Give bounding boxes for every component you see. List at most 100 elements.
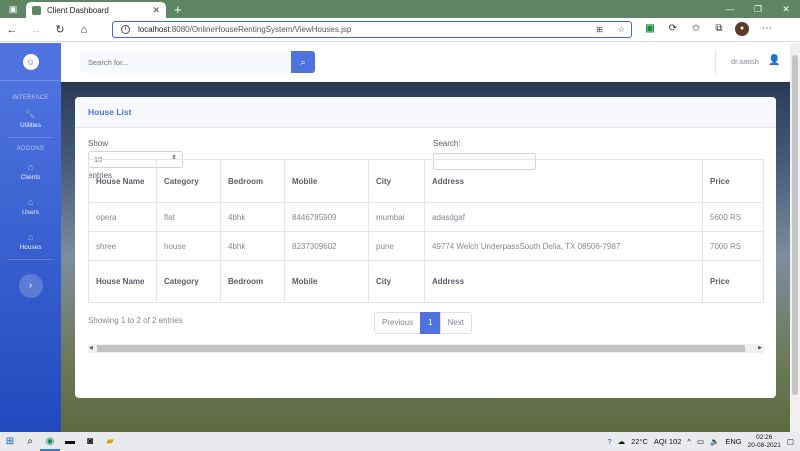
file-explorer-icon[interactable]: ▰ xyxy=(100,432,120,451)
sidebar: ☺ INTERFACE 🔧 Utilities ADDONS ⌂ Clients… xyxy=(0,43,61,432)
house-table: House Name Category Bedroom Mobile City … xyxy=(88,159,764,303)
home-icon: ⌂ xyxy=(27,162,34,172)
back-icon[interactable]: ← xyxy=(0,24,24,36)
cell: 4bhk xyxy=(220,231,285,261)
forward-icon[interactable]: → xyxy=(24,24,48,36)
sidebar-item-users[interactable]: ⌂ Users xyxy=(0,197,61,216)
window-controls: — ❐ ✕ xyxy=(716,0,800,18)
username[interactable]: dr.satish xyxy=(731,57,759,66)
browser-tab[interactable]: Client Dashboard ✕ xyxy=(26,2,166,18)
home-icon: ⌂ xyxy=(27,197,34,207)
cell: 4bhk xyxy=(220,202,285,232)
language[interactable]: ENG xyxy=(725,437,741,446)
reload-icon[interactable]: ↻ xyxy=(48,23,72,36)
sidebar-item-houses[interactable]: ⌂ Houses xyxy=(0,232,61,251)
scroll-left-icon[interactable]: ◀ xyxy=(89,344,93,353)
search-taskbar-icon[interactable]: ⌕ xyxy=(20,432,40,451)
collections-icon[interactable]: ⧉ xyxy=(712,22,726,36)
show-label: Show xyxy=(88,139,109,148)
info-icon[interactable]: i xyxy=(121,25,130,34)
edge-icon[interactable]: ◉ xyxy=(40,432,60,451)
clock[interactable]: 02:26 20-08-2021 xyxy=(748,434,781,450)
weather-temp[interactable]: 22°C xyxy=(631,437,648,446)
sidebar-item-label: Clients xyxy=(20,174,41,181)
content-wrapper: ⌕ dr.satish 👤 House List Show 10 ⇕ entri… xyxy=(61,43,800,432)
sidebar-divider xyxy=(8,137,53,138)
favicon-icon xyxy=(32,5,41,15)
table-horizontal-scrollbar[interactable]: ◀ ▶ xyxy=(88,344,764,353)
url-path: :8080/OnlineHouseRentingSystem/ViewHouse… xyxy=(169,25,352,34)
column-header[interactable]: Price xyxy=(702,159,764,203)
topbar-divider xyxy=(715,50,716,75)
column-header[interactable]: Mobile xyxy=(284,159,369,203)
search-input[interactable] xyxy=(80,51,291,73)
favorites-icon[interactable]: ✩ xyxy=(689,22,703,36)
close-window-icon[interactable]: ✕ xyxy=(772,0,800,18)
column-footer: Price xyxy=(702,260,764,303)
cell: opera xyxy=(88,202,157,232)
column-header[interactable]: City xyxy=(368,159,425,203)
scrollbar-thumb[interactable] xyxy=(97,345,745,352)
tab-title: Client Dashboard xyxy=(47,5,109,15)
sidebar-item-clients[interactable]: ⌂ Clients xyxy=(0,162,61,181)
weather-icon[interactable]: ☁ xyxy=(618,437,626,446)
table-footer-row: House Name Category Bedroom Mobile City … xyxy=(88,260,764,303)
tray-chevron-icon[interactable]: ^ xyxy=(687,437,691,446)
app-icon[interactable]: ◙ xyxy=(80,432,100,451)
column-header[interactable]: Address xyxy=(424,159,703,203)
browser-tab-bar: ▣ Client Dashboard ✕ + — ❐ ✕ xyxy=(0,0,800,18)
topbar-search: ⌕ xyxy=(80,51,315,73)
scroll-right-icon[interactable]: ▶ xyxy=(758,344,762,353)
notifications-icon[interactable]: ▢ xyxy=(787,437,794,446)
tab-actions-icon[interactable]: ▣ xyxy=(0,0,26,18)
windows-start-icon[interactable]: ⊞ xyxy=(0,432,20,451)
page-scrollbar-thumb[interactable] xyxy=(792,55,798,395)
more-menu-icon[interactable]: ⋯ xyxy=(760,22,774,36)
topbar: ⌕ dr.satish 👤 xyxy=(61,43,800,82)
home-nav-icon[interactable]: ⌂ xyxy=(72,24,96,36)
page-1-button[interactable]: 1 xyxy=(420,312,441,334)
card-title: House List xyxy=(75,97,776,128)
terminal-icon[interactable]: ▬ xyxy=(60,432,80,451)
restore-icon[interactable]: ❐ xyxy=(744,0,772,18)
minimize-icon[interactable]: — xyxy=(716,0,744,18)
column-footer: Mobile xyxy=(284,260,369,303)
brand[interactable]: ☺ xyxy=(0,43,61,81)
address-bar[interactable]: i localhost:8080/OnlineHouseRentingSyste… xyxy=(112,21,632,38)
previous-button[interactable]: Previous xyxy=(374,312,422,334)
cell: pune xyxy=(368,231,425,261)
column-header[interactable]: House Name xyxy=(88,159,157,203)
new-tab-button[interactable]: + xyxy=(174,2,182,18)
user-icon[interactable]: 👤 xyxy=(768,55,780,67)
sidebar-item-utilities[interactable]: 🔧 Utilities xyxy=(0,109,61,129)
column-header[interactable]: Category xyxy=(156,159,221,203)
extension-icon[interactable]: ▣ xyxy=(643,22,657,36)
cell: house xyxy=(156,231,221,261)
favorite-star-icon[interactable]: ☆ xyxy=(618,25,625,34)
column-footer: Address xyxy=(424,260,703,303)
network-icon[interactable]: ▭ xyxy=(697,437,704,446)
column-footer: House Name xyxy=(88,260,157,303)
column-footer: City xyxy=(368,260,425,303)
aqi[interactable]: AQI 102 xyxy=(654,437,682,446)
sidebar-item-label: Utilities xyxy=(20,122,41,129)
table-row: opera flat 4bhk 8446785909 mumbai adasdg… xyxy=(88,202,764,232)
cell: 8446785909 xyxy=(284,202,369,232)
sidebar-toggle-button[interactable]: › xyxy=(18,274,43,298)
app-available-icon[interactable]: ⊞ xyxy=(596,25,603,34)
home-icon: ⌂ xyxy=(27,232,34,242)
wrench-icon: 🔧 xyxy=(24,109,37,119)
time: 02:26 xyxy=(756,433,773,441)
volume-icon[interactable]: 🔈 xyxy=(710,437,719,446)
search-button[interactable]: ⌕ xyxy=(291,51,315,73)
profile-avatar[interactable]: ● xyxy=(735,22,749,36)
page-vertical-scrollbar[interactable] xyxy=(790,43,800,432)
next-button[interactable]: Next xyxy=(439,312,473,334)
laugh-wink-icon: ☺ xyxy=(22,53,39,70)
column-header[interactable]: Bedroom xyxy=(220,159,285,203)
help-icon[interactable]: ? xyxy=(607,437,611,446)
system-tray: ? ☁ 22°C AQI 102 ^ ▭ 🔈 ENG 02:26 20-08-2… xyxy=(607,432,794,451)
extension-2-icon[interactable]: ⟳ xyxy=(666,22,680,36)
close-tab-icon[interactable]: ✕ xyxy=(152,5,160,16)
cell: shree xyxy=(88,231,157,261)
